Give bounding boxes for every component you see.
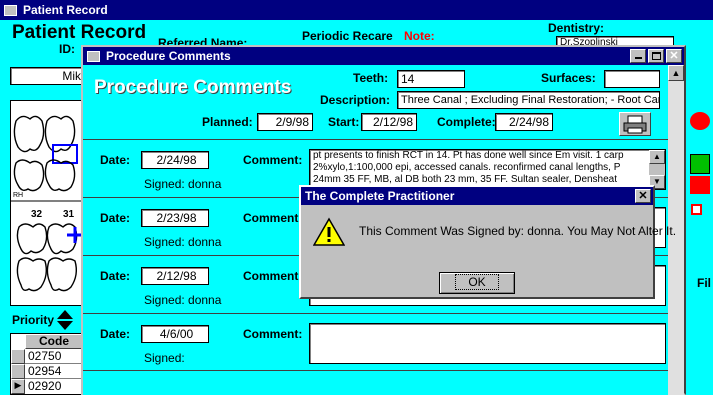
comment-text: pt presents to finish RCT in 14. Pt has …	[313, 150, 624, 185]
scroll-up-button[interactable]: ▲	[649, 150, 665, 164]
dialog-message: This Comment Was Signed by: donna. You M…	[359, 224, 677, 238]
ok-button[interactable]: OK	[439, 272, 515, 294]
priority-label: Priority	[12, 313, 55, 327]
print-button[interactable]	[619, 112, 651, 136]
window-icon	[87, 50, 100, 62]
code-cell: 02750	[28, 349, 62, 363]
procedure-title: Procedure Comments	[106, 49, 231, 63]
toothbrush-icon[interactable]	[690, 154, 710, 174]
dialog-close-button[interactable]: ✕	[635, 189, 651, 203]
surfaces-field[interactable]	[604, 70, 660, 88]
comment-label: Comment:	[243, 327, 303, 341]
signed-text: Signed: donna	[144, 293, 222, 307]
table-row[interactable]: 02750	[11, 349, 83, 364]
patient-record-titlebar[interactable]: Patient Record	[0, 0, 713, 20]
red-checkbox[interactable]	[691, 204, 702, 215]
code-header[interactable]: Code	[25, 334, 83, 349]
signed-text: Signed:	[144, 351, 185, 365]
dialog-title: The Complete Practitioner	[305, 189, 455, 203]
apple-icon[interactable]	[690, 112, 710, 130]
procedure-titlebar[interactable]: Procedure Comments ✕	[83, 47, 684, 65]
patient-record-heading: Patient Record	[12, 22, 147, 43]
comment-scrollbar[interactable]: ▲ ▼	[649, 150, 665, 189]
id-label: ID:	[59, 42, 75, 56]
comment-label: Comment:	[243, 269, 303, 283]
patient-name-field[interactable]: Mik	[10, 67, 84, 85]
complete-field[interactable]: 2/24/98	[495, 113, 553, 131]
comment-record: Date: 4/6/00 Comment: Signed:	[83, 313, 668, 371]
comment-field[interactable]	[309, 323, 666, 364]
maximize-button[interactable]	[648, 49, 664, 63]
planned-label: Planned:	[202, 115, 253, 129]
surfaces-label: Surfaces:	[541, 71, 596, 85]
ok-label: OK	[455, 274, 499, 290]
message-dialog: The Complete Practitioner ✕ This Comment…	[299, 185, 676, 299]
tooth-num-31: 31	[63, 209, 75, 220]
minimize-button[interactable]	[630, 49, 646, 63]
table-row[interactable]: 02954	[11, 364, 83, 379]
date-field[interactable]: 2/12/98	[141, 267, 209, 285]
date-field[interactable]: 4/6/00	[141, 325, 209, 343]
close-button[interactable]: ✕	[666, 49, 682, 63]
priority-sort-icon[interactable]	[56, 309, 74, 331]
start-label: Start:	[328, 115, 360, 129]
dentistry-label: Dentistry:	[548, 21, 605, 35]
date-label: Date:	[100, 153, 131, 167]
app-icon	[4, 4, 17, 16]
date-field[interactable]: 2/24/98	[141, 151, 209, 169]
date-label: Date:	[100, 327, 131, 341]
rh-label: RH	[13, 192, 23, 199]
description-field[interactable]: Three Canal ; Excluding Final Restoratio…	[397, 91, 660, 109]
code-table: Code 02750 02954 ▶ 02920	[10, 333, 84, 395]
comment-field[interactable]: pt presents to finish RCT in 14. Pt has …	[309, 149, 666, 190]
right-icon-strip	[687, 100, 713, 220]
planned-field[interactable]: 2/9/98	[257, 113, 313, 131]
note-label: Note:	[404, 29, 435, 43]
code-cell: 02954	[28, 364, 62, 378]
comment-label: Comment:	[243, 153, 303, 167]
complete-label: Complete:	[437, 115, 496, 129]
signed-text: Signed: donna	[144, 177, 222, 191]
date-label: Date:	[100, 269, 131, 283]
tooth-num-32: 32	[31, 209, 43, 220]
scroll-up-button[interactable]: ▲	[668, 65, 684, 81]
dialog-titlebar[interactable]: The Complete Practitioner ✕	[301, 187, 653, 205]
teeth-label: Teeth:	[353, 71, 389, 85]
recare-label: Periodic Recare	[302, 29, 393, 43]
start-field[interactable]: 2/12/98	[361, 113, 417, 131]
patient-record-title: Patient Record	[23, 3, 108, 17]
procedure-heading: Procedure Comments	[94, 77, 292, 98]
signed-text: Signed: donna	[144, 235, 222, 249]
warning-icon	[312, 217, 346, 247]
description-label: Description:	[320, 93, 391, 107]
tooth-chart[interactable]: RH 32 31	[10, 100, 84, 306]
tool-icon[interactable]	[690, 176, 710, 194]
table-row[interactable]: ▶ 02920	[11, 379, 83, 394]
fil-label: Fil	[697, 276, 711, 290]
code-cell: 02920	[28, 379, 62, 393]
date-field[interactable]: 2/23/98	[141, 209, 209, 227]
date-label: Date:	[100, 211, 131, 225]
printer-icon	[623, 115, 647, 134]
teeth-field[interactable]: 14	[397, 70, 465, 88]
comment-label: Comment:	[243, 211, 303, 225]
